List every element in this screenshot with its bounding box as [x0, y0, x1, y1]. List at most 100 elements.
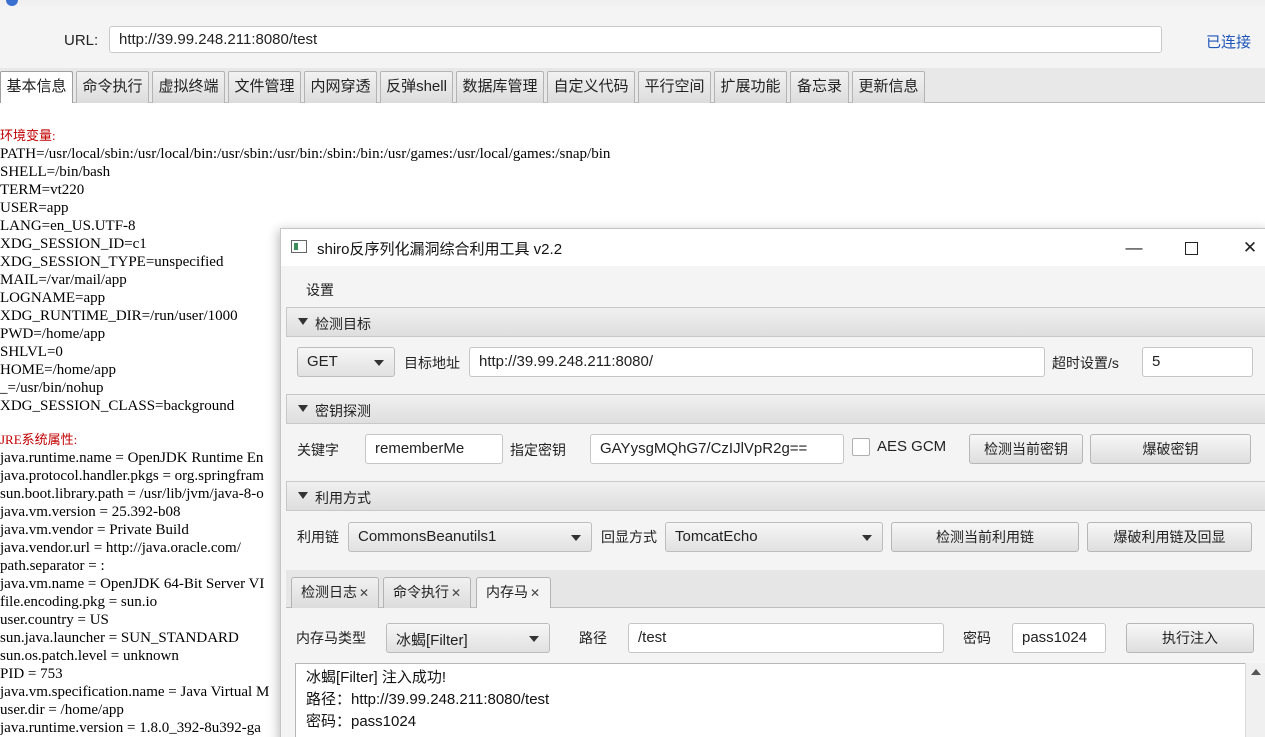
http-method-select[interactable]: GET	[297, 347, 395, 377]
chevron-down-icon	[529, 636, 539, 642]
keyword-input[interactable]: rememberMe	[365, 434, 503, 464]
jre-heading: JRE系统属性:	[0, 432, 78, 447]
env-line: java.vendor.url = http://java.oracle.com…	[0, 540, 241, 556]
tab-file-manager[interactable]: 文件管理	[228, 71, 301, 103]
collapse-triangle-icon	[298, 492, 308, 499]
timeout-input[interactable]: 5	[1142, 347, 1253, 377]
output-scrollbar[interactable]	[1245, 663, 1265, 737]
tab-command-execution[interactable]: 命令执行 ✕	[383, 577, 471, 608]
password-label: 密码	[963, 630, 991, 646]
env-line: USER=app	[0, 200, 69, 216]
chevron-down-icon	[862, 535, 872, 541]
env-line: java.vm.vendor = Private Build	[0, 522, 189, 538]
minimize-icon[interactable]: —	[1121, 235, 1147, 261]
env-heading: 环境变量:	[0, 128, 56, 143]
env-line: user.dir = /home/app	[0, 702, 124, 718]
tab-virtual-terminal[interactable]: 虚拟终端	[152, 71, 225, 103]
output-line: 冰蝎[Filter] 注入成功!	[306, 669, 447, 686]
tab-database[interactable]: 数据库管理	[456, 71, 544, 103]
env-line: XDG_RUNTIME_DIR=/run/user/1000	[0, 308, 238, 324]
output-line: 路径：http://39.99.248.211:8080/test	[306, 691, 550, 708]
env-line: PWD=/home/app	[0, 326, 106, 342]
close-icon[interactable]: ✕	[451, 586, 461, 600]
tab-detection-log-label: 检测日志	[301, 584, 357, 600]
collapse-triangle-icon	[298, 405, 308, 412]
shiro-tool-window: shiro反序列化漏洞综合利用工具 v2.2 — □ ✕ 设置 检测目标 GET…	[280, 228, 1265, 737]
url-label: URL:	[64, 32, 99, 49]
tab-command-exec[interactable]: 命令执行	[76, 71, 149, 103]
close-icon[interactable]: ✕	[530, 586, 540, 600]
env-line: PATH=/usr/local/sbin:/usr/local/bin:/usr…	[0, 146, 611, 162]
section-key-label: 密钥探测	[315, 403, 371, 419]
env-line: path.separator = :	[0, 558, 105, 574]
password-input[interactable]: pass1024	[1012, 623, 1106, 653]
env-line: java.vm.specification.name = Java Virtua…	[0, 684, 270, 700]
specified-key-input[interactable]: GAYysgMQhG7/CzIJlVpR2g==	[590, 434, 844, 464]
echo-method-label: 回显方式	[601, 529, 657, 545]
env-line: java.runtime.name = OpenJDK Runtime En	[0, 450, 264, 466]
env-line: sun.os.patch.level = unknown	[0, 648, 179, 664]
basic-info-content: 环境变量: PATH=/usr/local/sbin:/usr/local/bi…	[0, 127, 611, 737]
env-line: MAIL=/var/mail/app	[0, 272, 127, 288]
echo-method-value: TomcatEcho	[675, 528, 758, 545]
tab-command-execution-label: 命令执行	[393, 584, 449, 600]
url-input[interactable]	[109, 26, 1162, 53]
env-line: sun.boot.library.path = /usr/lib/jvm/jav…	[0, 486, 264, 502]
target-url-label: 目标地址	[404, 355, 460, 371]
env-line: java.vm.name = OpenJDK 64-Bit Server VI	[0, 576, 265, 592]
gadget-chain-label: 利用链	[297, 529, 339, 545]
env-line: SHELL=/bin/bash	[0, 164, 111, 180]
tab-memory-shell[interactable]: 内存马 ✕	[476, 577, 551, 608]
section-exploit-label: 利用方式	[315, 490, 371, 506]
memshell-type-select[interactable]: 冰蝎[Filter]	[386, 623, 550, 653]
memshell-type-label: 内存马类型	[296, 630, 366, 646]
echo-method-select[interactable]: TomcatEcho	[665, 522, 883, 552]
aes-gcm-checkbox[interactable]	[852, 438, 870, 456]
tab-parallel-space[interactable]: 平行空间	[638, 71, 711, 103]
brute-chain-button[interactable]: 爆破利用链及回显	[1087, 522, 1252, 552]
scroll-up-icon[interactable]	[1251, 669, 1261, 675]
tab-custom-code[interactable]: 自定义代码	[547, 71, 635, 103]
window-title: shiro反序列化漏洞综合利用工具 v2.2	[317, 241, 563, 258]
env-line: java.vm.version = 25.392-b08	[0, 504, 181, 520]
tab-basic-info[interactable]: 基本信息	[0, 71, 73, 103]
gadget-chain-select[interactable]: CommonsBeanutils1	[348, 522, 592, 552]
collapse-triangle-icon	[298, 318, 308, 325]
app-icon	[291, 240, 307, 253]
chevron-down-icon	[374, 360, 384, 366]
tab-reverse-shell[interactable]: 反弹shell	[380, 71, 453, 103]
env-line: java.runtime.version = 1.8.0_392-8u392-g…	[0, 720, 261, 736]
env-line: user.country = US	[0, 612, 109, 628]
env-line: sun.java.launcher = SUN_STANDARD	[0, 630, 239, 646]
http-method-value: GET	[307, 353, 338, 370]
path-input[interactable]: /test	[628, 623, 944, 653]
tab-extensions[interactable]: 扩展功能	[714, 71, 787, 103]
target-url-input[interactable]: http://39.99.248.211:8080/	[469, 347, 1045, 377]
keyword-label: 关键字	[297, 442, 339, 458]
path-label: 路径	[579, 630, 607, 646]
check-chain-button[interactable]: 检测当前利用链	[891, 522, 1079, 552]
menu-bar: 设置	[281, 271, 1265, 303]
inject-button[interactable]: 执行注入	[1126, 623, 1254, 653]
output-textarea[interactable]: 冰蝎[Filter] 注入成功! 路径：http://39.99.248.211…	[295, 663, 1265, 737]
check-key-button[interactable]: 检测当前密钥	[969, 434, 1083, 464]
tab-memo[interactable]: 备忘录	[790, 71, 849, 103]
tab-detection-log[interactable]: 检测日志 ✕	[291, 577, 379, 608]
timeout-label: 超时设置/s	[1052, 355, 1119, 371]
close-icon[interactable]: ✕	[359, 586, 369, 600]
menu-settings[interactable]: 设置	[306, 280, 334, 300]
maximize-icon[interactable]: □	[1178, 235, 1204, 261]
tab-update-info[interactable]: 更新信息	[852, 71, 925, 103]
tab-intranet-tunnel[interactable]: 内网穿透	[304, 71, 377, 103]
connection-status: 已连接	[1206, 34, 1252, 51]
section-target-header[interactable]: 检测目标	[286, 307, 1265, 337]
memshell-type-value: 冰蝎[Filter]	[396, 632, 468, 649]
brute-key-button[interactable]: 爆破密钥	[1090, 434, 1251, 464]
sub-tab-bar: 检测日志 ✕ 命令执行 ✕ 内存马 ✕	[286, 570, 1265, 608]
section-exploit-header[interactable]: 利用方式	[286, 481, 1265, 511]
output-line: 密码：pass1024	[306, 713, 417, 730]
section-key-header[interactable]: 密钥探测	[286, 394, 1265, 424]
env-line: XDG_SESSION_TYPE=unspecified	[0, 254, 224, 270]
tab-memory-shell-label: 内存马	[486, 584, 528, 600]
close-icon[interactable]: ✕	[1237, 235, 1263, 261]
